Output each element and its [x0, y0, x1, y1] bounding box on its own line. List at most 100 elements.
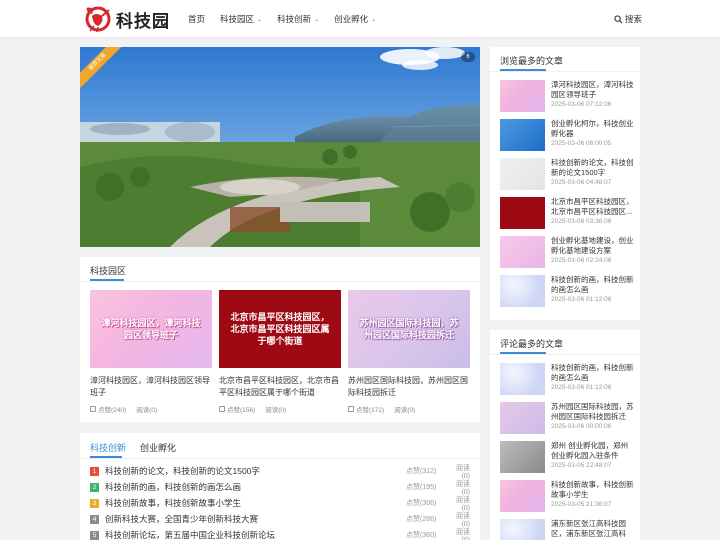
side-article[interactable]: 北京市昌平区科技园区，北京市昌平区科技园区... 2025-03-06 03:3… — [500, 197, 635, 233]
thumbs-up-icon — [348, 406, 354, 412]
nav-item-parks[interactable]: 科技园区 ⌄ — [220, 13, 262, 25]
side-thumb — [500, 197, 545, 229]
most-commented-panel: 评论最多的文章 科技创新的画，科技创新的画怎么画 2025-03-06 01:1… — [490, 330, 640, 540]
nav-label: 科技园区 — [220, 14, 255, 24]
thumb-text: 苏州园区国际科技园，苏州园区国际科技园拆迁 — [359, 318, 459, 340]
list-title[interactable]: 创新科技大赛，全国青少年创新科技大赛 — [105, 513, 406, 525]
list-title[interactable]: 科技创新的画，科技创新的画怎么画 — [105, 481, 406, 493]
list-item[interactable]: 2 科技创新的画，科技创新的画怎么画 点赞(195) 阅读(0) — [90, 479, 470, 496]
side-title[interactable]: 科技创新故事，科技创新故事小学生 — [551, 480, 635, 500]
tab-innovation[interactable]: 科技创新 — [90, 441, 126, 454]
main-nav: 首页 科技园区 ⌄ 科技创新 ⌄ 创业孵化 ⌄ — [188, 13, 391, 25]
lobster-logo-icon — [85, 6, 111, 33]
nav-label: 首页 — [188, 14, 206, 24]
like-count[interactable]: 点赞(195) — [406, 482, 448, 492]
side-date: 2025-03-06 06:00:05 — [551, 140, 612, 147]
side-date: 2025-03-06 01:12:06 — [551, 296, 612, 303]
site-logo[interactable]: 科技园 — [82, 4, 170, 34]
like-count[interactable]: 点赞(286) — [406, 514, 448, 524]
article-title[interactable]: 漳河科技园区，漳河科技园区领导班子 — [90, 375, 212, 399]
side-title[interactable]: 科技创新的画，科技创新的画怎么画 — [551, 363, 635, 383]
side-title[interactable]: 北京市昌平区科技园区，北京市昌平区科技园区... — [551, 197, 635, 217]
side-title[interactable]: 创业孵化柯尔，科技创业孵化器 — [551, 119, 635, 139]
like-count[interactable]: 点赞(240) — [90, 404, 126, 414]
article-thumb: 北京市昌平区科技园区，北京市昌平区科技园区属于哪个街道 — [219, 290, 341, 368]
side-article[interactable]: 创业孵化基地建设，创业孵化基地建设方案 2025-03-06 02:24:06 — [500, 236, 635, 272]
side-article[interactable]: 漳河科技园区，漳河科技园区领导班子 2025-03-06 07:12:06 — [500, 80, 635, 116]
tab-incubation[interactable]: 创业孵化 — [140, 441, 176, 454]
side-title[interactable]: 漳河科技园区，漳河科技园区领导班子 — [551, 80, 635, 100]
nav-label: 科技创新 — [277, 14, 312, 24]
panel-title: 浏览最多的文章 — [500, 56, 564, 66]
article-title[interactable]: 苏州园区国际科技园，苏州园区国际科技园拆迁 — [348, 375, 470, 399]
nav-label: 创业孵化 — [334, 14, 369, 24]
article-thumb: 漳河科技园区，漳河科技园区领导班子 — [90, 290, 212, 368]
side-title[interactable]: 浦东新区张江高科技园区，浦东新区张江高科技... — [551, 519, 635, 539]
rank-badge: 1 — [90, 466, 99, 476]
side-thumb — [500, 158, 545, 190]
side-article[interactable]: 创业孵化柯尔，科技创业孵化器 2025-03-06 06:00:05 — [500, 119, 635, 155]
nav-item-incubation[interactable]: 创业孵化 ⌄ — [334, 13, 376, 25]
list-title[interactable]: 科技创新故事，科技创新故事小学生 — [105, 497, 406, 509]
parks-panel: 科技园区 漳河科技园区，漳河科技园区领导班子 漳河科技园区，漳河科技园区领导班子… — [80, 257, 480, 422]
side-thumb — [500, 519, 545, 540]
rank-badge: 2 — [90, 482, 99, 492]
side-date: 2025-03-05 21:36:07 — [551, 501, 612, 508]
list-title[interactable]: 科技创新论坛，第五届中国企业科技创新论坛 — [105, 529, 406, 540]
article-card[interactable]: 苏州园区国际科技园，苏州园区国际科技园拆迁 苏州园区国际科技园，苏州园区国际科技… — [348, 290, 470, 414]
list-item[interactable]: 3 科技创新故事，科技创新故事小学生 点赞(306) 阅读(0) — [90, 495, 470, 512]
side-title[interactable]: 郑州 创业孵化园，郑州创业孵化园入驻条件 — [551, 441, 635, 461]
side-title[interactable]: 科技创新的论文，科技创新的论文1500字 — [551, 158, 635, 178]
side-thumb — [500, 80, 545, 112]
side-article[interactable]: 科技创新的画，科技创新的画怎么画 2025-03-06 01:12:06 — [500, 275, 635, 311]
side-article[interactable]: 浦东新区张江高科技园区，浦东新区张江高科技... — [500, 519, 635, 540]
side-article[interactable]: 科技创新的论文，科技创新的论文1500字 2025-03-06 04:48:07 — [500, 158, 635, 194]
thumb-text: 漳河科技园区，漳河科技园区领导班子 — [101, 318, 201, 340]
side-title[interactable]: 苏州园区国际科技园，苏州园区国际科技园拆迁 — [551, 402, 635, 422]
side-article[interactable]: 科技创新故事，科技创新故事小学生 2025-03-05 21:36:07 — [500, 480, 635, 516]
side-article[interactable]: 苏州园区国际科技园，苏州园区国际科技园拆迁 2025-03-06 00:00:0… — [500, 402, 635, 438]
like-count[interactable]: 点赞(156) — [219, 404, 255, 414]
like-count[interactable]: 点赞(172) — [348, 404, 384, 414]
article-card[interactable]: 北京市昌平区科技园区，北京市昌平区科技园区属于哪个街道 北京市昌平区科技园区，北… — [219, 290, 341, 414]
side-thumb — [500, 480, 545, 512]
side-article[interactable]: 郑州 创业孵化园，郑州创业孵化园入驻条件 2025-03-05 22:48:07 — [500, 441, 635, 477]
side-date: 2025-03-06 03:36:06 — [551, 218, 612, 225]
article-card[interactable]: 漳河科技园区，漳河科技园区领导班子 漳河科技园区，漳河科技园区领导班子 点赞(2… — [90, 290, 212, 414]
side-date: 2025-03-06 01:12:06 — [551, 384, 612, 391]
nav-item-home[interactable]: 首页 — [188, 13, 205, 25]
side-date: 2025-03-06 04:48:07 — [551, 179, 612, 186]
hero-image — [80, 47, 480, 247]
side-title[interactable]: 创业孵化基地建设，创业孵化基地建设方案 — [551, 236, 635, 256]
side-thumb — [500, 236, 545, 268]
side-article[interactable]: 科技创新的画，科技创新的画怎么画 2025-03-06 01:12:06 — [500, 363, 635, 399]
read-count: 阅读(0) — [456, 480, 470, 496]
like-count[interactable]: 点赞(312) — [406, 466, 448, 476]
nav-item-innovation[interactable]: 科技创新 ⌄ — [277, 13, 319, 25]
list-title[interactable]: 科技创新的论文，科技创新的论文1500字 — [105, 465, 406, 477]
panel-title: 评论最多的文章 — [500, 339, 564, 349]
article-thumb: 苏州园区国际科技园，苏州园区国际科技园拆迁 — [348, 290, 470, 368]
like-count[interactable]: 点赞(306) — [406, 498, 448, 508]
list-item[interactable]: 1 科技创新的论文，科技创新的论文1500字 点赞(312) 阅读(0) — [90, 463, 470, 480]
tab-bar: 科技创新 创业孵化 — [90, 441, 190, 454]
article-title[interactable]: 北京市昌平区科技园区，北京市昌平区科技园区属于哪个街道 — [219, 375, 341, 399]
logo-text: 科技园 — [116, 11, 170, 32]
like-count[interactable]: 点赞(360) — [406, 530, 448, 540]
side-thumb — [500, 402, 545, 434]
list-item[interactable]: 4 创新科技大赛，全国青少年创新科技大赛 点赞(286) 阅读(0) — [90, 511, 470, 528]
side-title[interactable]: 科技创新的画，科技创新的画怎么画 — [551, 275, 635, 295]
list-item[interactable]: 5 科技创新论坛，第五届中国企业科技创新论坛 点赞(360) 阅读(0) — [90, 527, 470, 540]
read-count: 阅读(0) — [456, 464, 470, 480]
chevron-down-icon: ⌄ — [314, 16, 320, 23]
search-icon — [614, 14, 623, 24]
read-count: 阅读(0) — [456, 528, 470, 540]
hero-banner[interactable]: 推荐文章 6 — [80, 47, 480, 247]
most-viewed-panel: 浏览最多的文章 漳河科技园区，漳河科技园区领导班子 2025-03-06 07:… — [490, 47, 640, 320]
article-meta: 点赞(156) 阅读(0) — [219, 404, 341, 414]
search-button[interactable]: 搜索 — [614, 13, 642, 25]
thumbs-up-icon — [219, 406, 225, 412]
read-count: 阅读(0) — [136, 407, 158, 414]
rank-badge: 5 — [90, 530, 99, 540]
side-date: 2025-03-06 02:24:06 — [551, 257, 612, 264]
